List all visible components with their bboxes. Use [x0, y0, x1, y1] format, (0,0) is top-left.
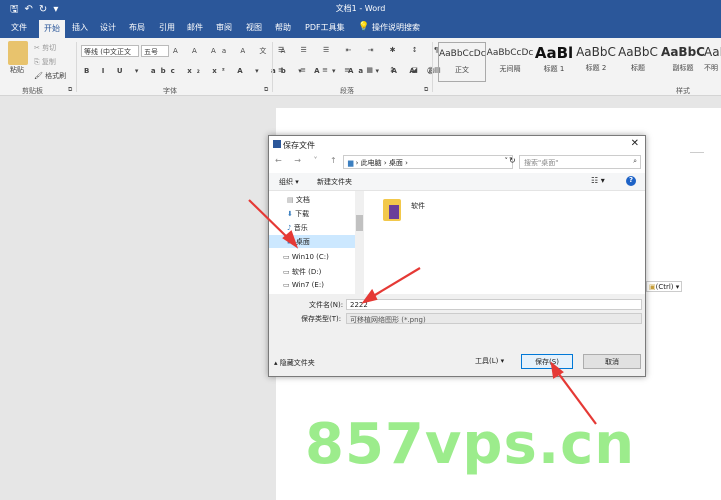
- arrowhead: [282, 230, 299, 249]
- watermark-text: 857vps.cn: [305, 412, 636, 477]
- arrow-to-filename: [369, 267, 421, 299]
- arrow-to-desktop: [248, 199, 291, 241]
- arrowhead: [361, 288, 378, 304]
